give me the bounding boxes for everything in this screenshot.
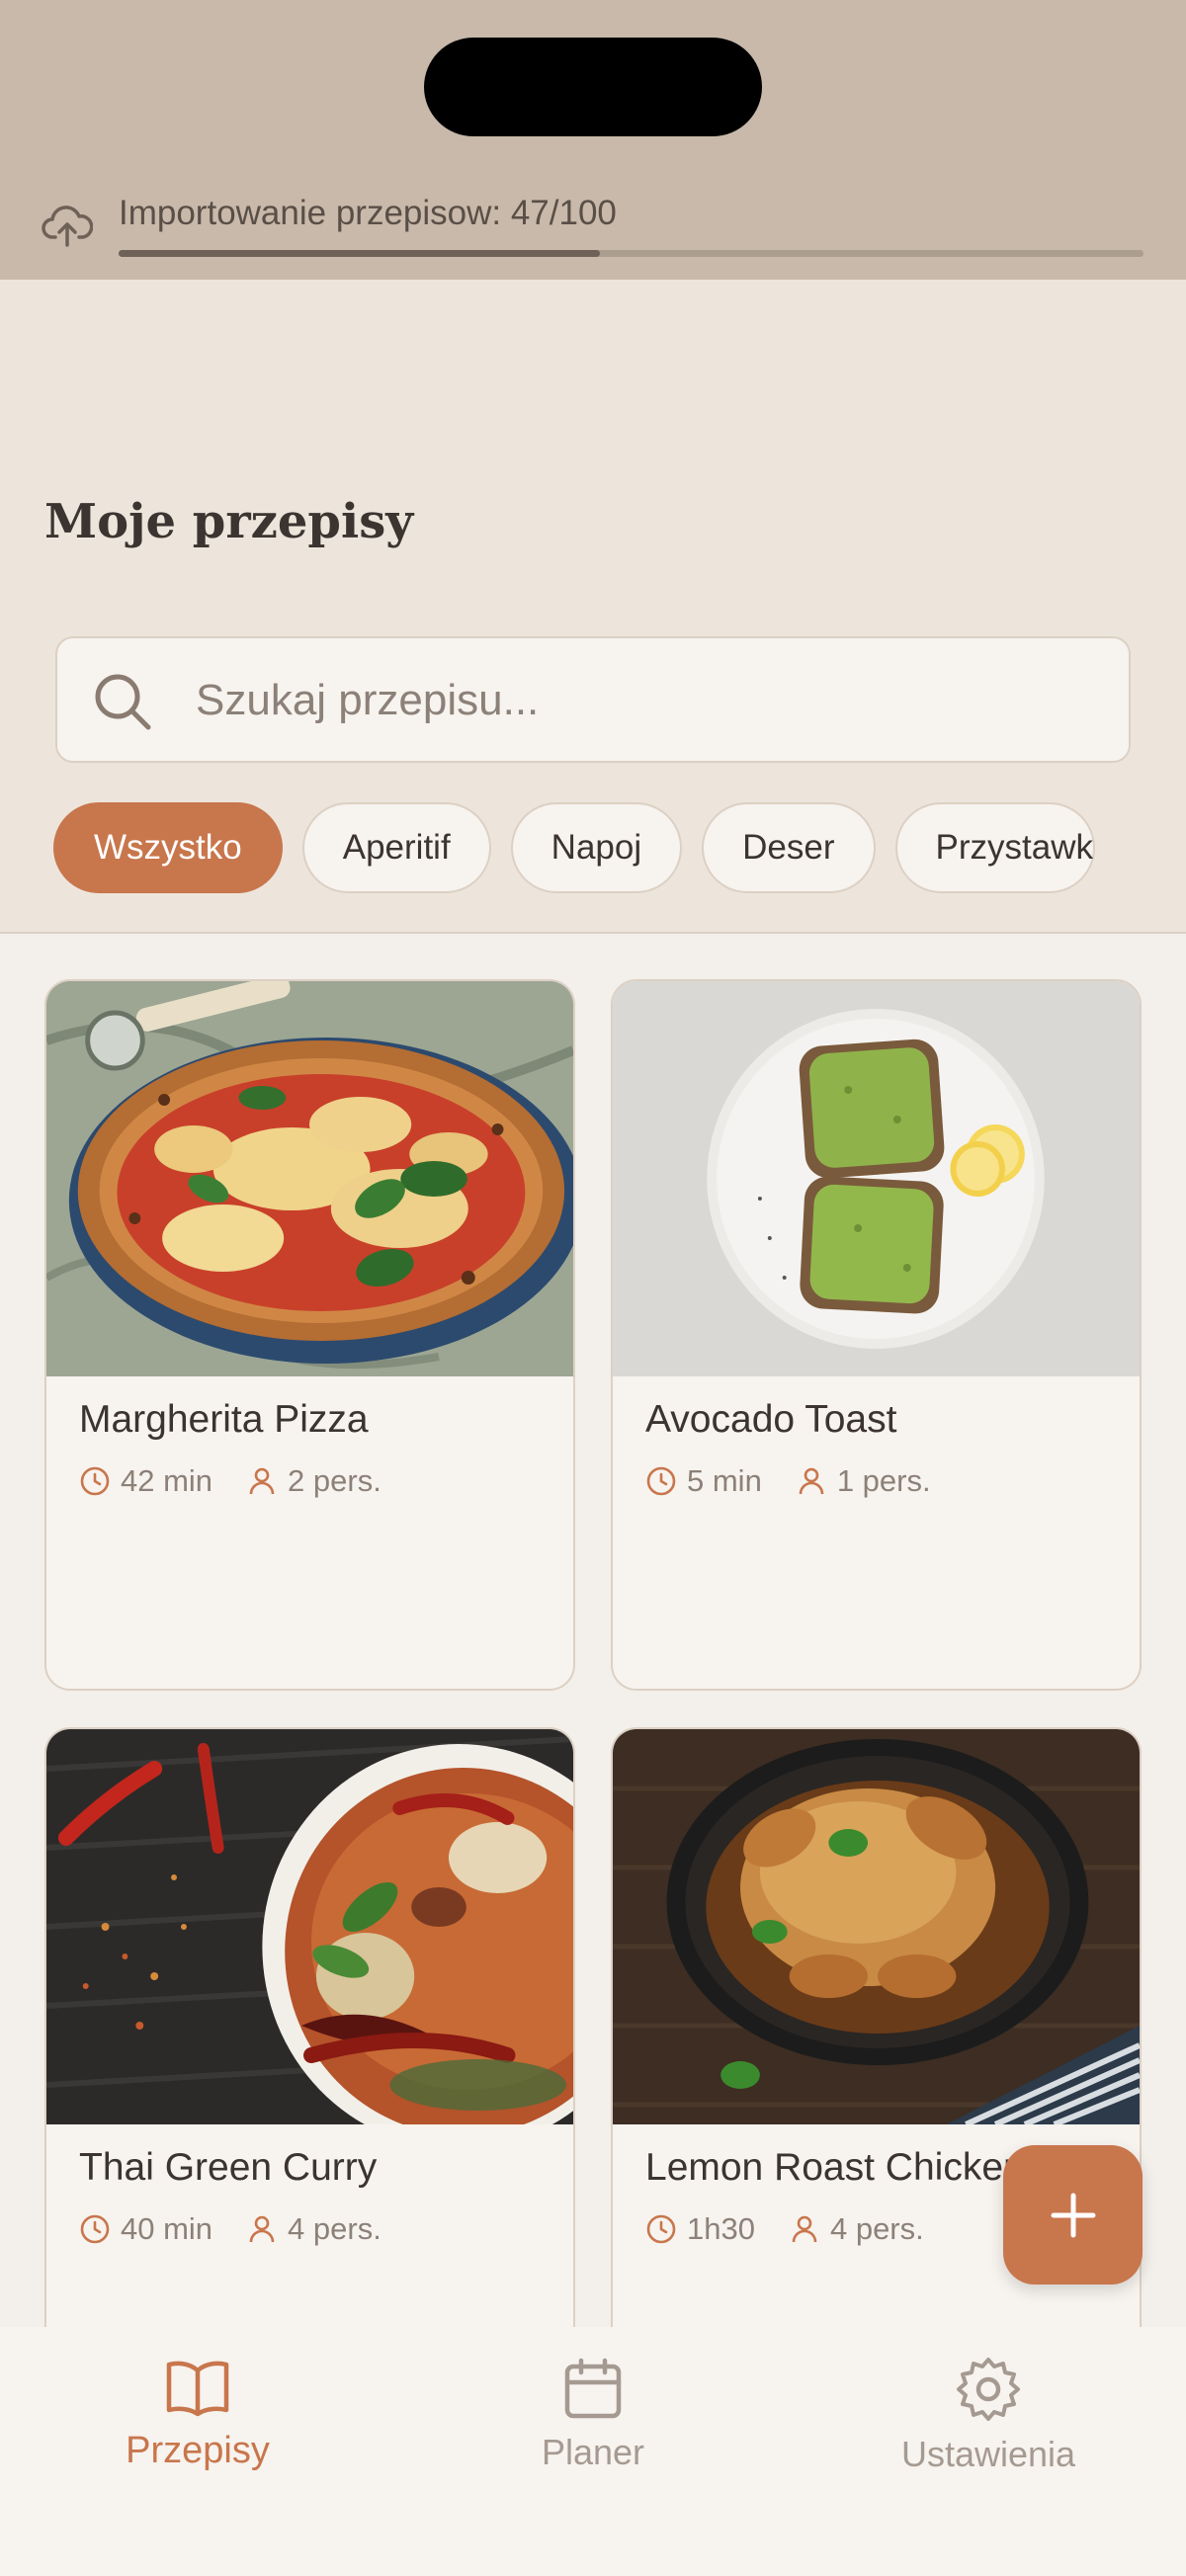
recipe-time: 40 min [121,2211,213,2246]
recipe-card[interactable]: Thai Green Curry 40 min 4 pers. [44,1727,575,2360]
filter-chip-deser[interactable]: Deser [702,802,876,893]
person-icon [792,2215,817,2243]
nav-tab-ustawienia[interactable]: Ustawienia [840,2357,1137,2475]
clock-icon [80,2214,110,2244]
recipe-image-roast-chicken [613,1729,1140,2124]
recipe-card[interactable]: Avocado Toast 5 min 1 pers. [611,979,1142,1691]
search-icon [95,674,151,730]
recipe-image-avocado-toast [613,981,1140,1376]
recipe-servings: 1 pers. [836,1463,931,1498]
recipe-meta: 40 min 4 pers. [79,2211,415,2247]
page-title: Moje przepisy [44,494,414,549]
import-banner: Importowanie przepisow: 47/100 [0,0,1186,280]
recipe-time: 1h30 [687,2211,755,2246]
import-progress-fill [119,250,601,257]
filter-chip-aperitif[interactable]: Aperitif [301,802,491,893]
cloud-upload-icon [42,206,93,247]
import-status-text: Importowanie przepisow: 47/100 [119,194,617,232]
plus-icon [1051,2193,1095,2237]
filter-chip-przystawki[interactable]: Przystawk [894,802,1095,893]
recipe-title: Thai Green Curry [79,2146,378,2189]
recipe-servings: 4 pers. [829,2211,924,2246]
search-box[interactable] [55,636,1131,763]
recipe-title: Lemon Roast Chicken [645,2146,1025,2189]
recipe-title: Avocado Toast [645,1398,897,1441]
import-progress-bar [119,250,1144,257]
bottom-navigation: Przepisy Planer Ustawienia [0,2327,1186,2576]
nav-label: Ustawienia [900,2434,1076,2474]
filter-chip-wszystko[interactable]: Wszystko [53,802,283,893]
person-icon [249,1467,275,1495]
recipe-servings: 2 pers. [288,1463,381,1498]
nav-label: Przepisy [126,2430,270,2471]
recipe-card[interactable]: Margherita Pizza 42 min 2 pers. [44,979,575,1691]
clock-icon [80,1466,110,1496]
filter-chip-napoj[interactable]: Napoj [510,802,683,893]
recipe-meta: 1h30 4 pers. [645,2211,958,2247]
recipe-image-pizza [46,981,573,1376]
nav-label: Planer [541,2432,645,2472]
calendar-icon [564,2358,622,2419]
clock-icon [646,2214,676,2244]
recipe-image-thai-curry [46,1729,573,2124]
camera-notch [424,38,762,136]
recipe-meta: 42 min 2 pers. [79,1463,415,1499]
clock-icon [646,1466,676,1496]
category-filter-chips: Wszystko Aperitif Napoj Deser Przystawk [53,802,1133,897]
gear-icon [957,2358,1020,2421]
recipe-title: Margherita Pizza [79,1398,369,1441]
person-icon [249,2215,275,2243]
nav-tab-planer[interactable]: Planer [445,2357,741,2473]
recipe-servings: 4 pers. [288,2211,381,2246]
recipe-time: 42 min [121,1463,213,1498]
book-icon [166,2361,229,2417]
add-recipe-button[interactable] [1003,2145,1143,2285]
person-icon [799,1467,824,1495]
search-input[interactable] [196,658,1085,743]
recipe-time: 5 min [687,1463,762,1498]
recipe-meta: 5 min 1 pers. [645,1463,965,1499]
nav-tab-przepisy[interactable]: Przepisy [49,2357,346,2472]
